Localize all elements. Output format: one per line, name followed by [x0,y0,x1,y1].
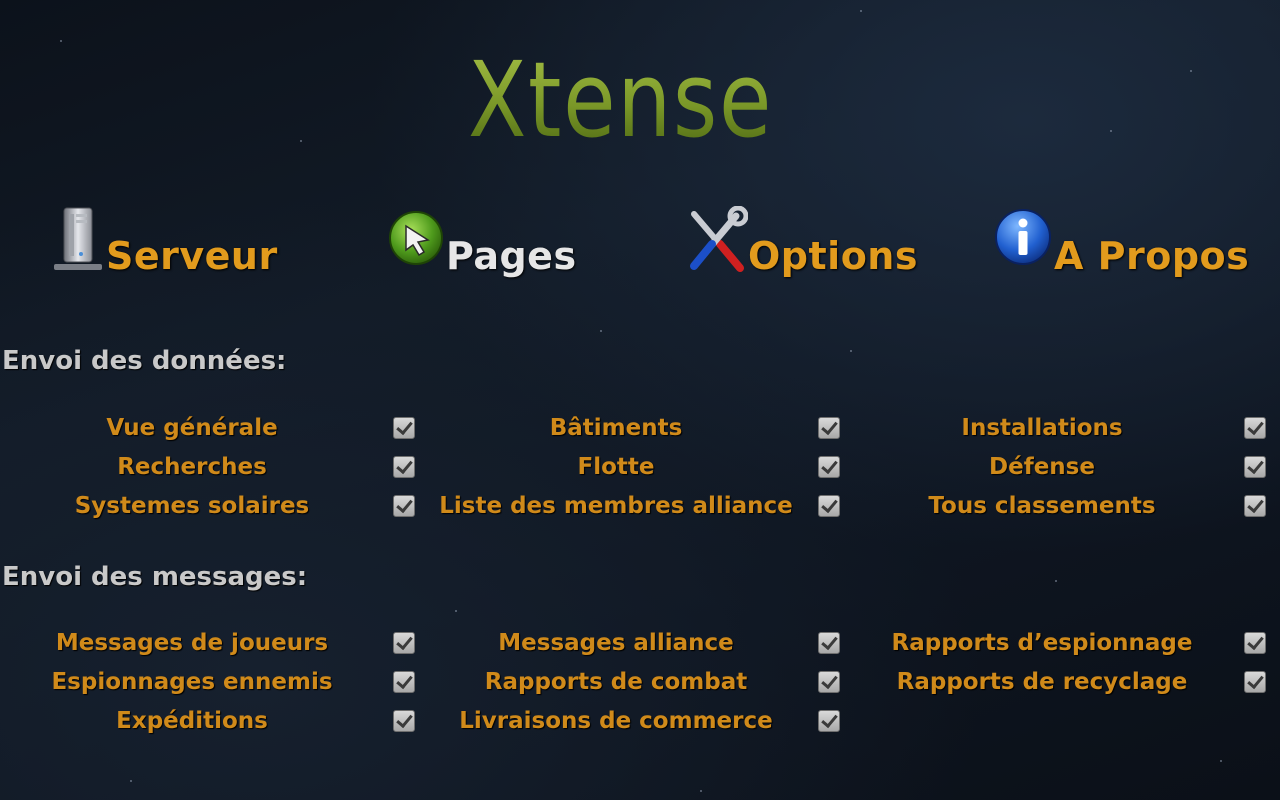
section-title-donnees: Envoi des données: [2,346,287,376]
option-label: Flotte [577,454,655,480]
option-label: Liste des membres alliance [439,493,793,519]
star [860,10,862,12]
option-label: Expéditions [116,708,268,734]
tab-serveur-label: Serveur [106,234,278,278]
tab-pages-label: Pages [446,234,577,278]
star [455,610,457,612]
tools-icon [686,205,749,280]
option-label: Rapports d’espionnage [891,630,1193,656]
tab-pages[interactable]: Pages [388,200,588,290]
star [130,780,132,782]
option-label: Défense [989,454,1095,480]
option-checkbox-livraisons-commerce[interactable] [818,710,840,732]
option-checkbox-rapports-recyclage[interactable] [1244,671,1266,693]
option-label: Tous classements [928,493,1156,519]
option-label: Messages alliance [498,630,734,656]
section-title-messages: Envoi des messages: [2,562,308,592]
star [1190,70,1192,72]
option-checkbox-tous-classements[interactable] [1244,495,1266,517]
tab-a-propos-label: A Propos [1054,234,1250,278]
star [300,140,302,142]
pages-icon [388,210,444,270]
option-label: Livraisons de commerce [459,708,773,734]
option-label: Messages de joueurs [55,630,329,656]
option-label: Installations [961,415,1123,441]
option-checkbox-rapports-espionnage[interactable] [1244,632,1266,654]
tab-a-propos[interactable]: A Propos [994,200,1254,290]
star [850,350,852,352]
star [600,330,602,332]
option-checkbox-installations[interactable] [1244,417,1266,439]
star [1110,130,1112,132]
option-label: Rapports de combat [484,669,748,695]
option-checkbox-defense[interactable] [1244,456,1266,478]
option-label: Recherches [117,454,267,480]
option-label: Systemes solaires [74,493,310,519]
app-logo: Xtense [468,39,774,161]
option-label: Vue générale [106,415,278,441]
server-icon [52,206,104,278]
tab-options-label: Options [748,234,918,278]
tab-serveur[interactable]: Serveur [52,200,292,290]
star [1220,760,1222,762]
option-label: Espionnages ennemis [51,669,333,695]
option-label: Bâtiments [549,415,683,441]
tab-options[interactable]: Options [686,200,926,290]
star [60,40,62,42]
star [1055,580,1057,582]
info-icon [994,208,1052,270]
star [700,790,702,792]
option-label: Rapports de recyclage [896,669,1188,695]
